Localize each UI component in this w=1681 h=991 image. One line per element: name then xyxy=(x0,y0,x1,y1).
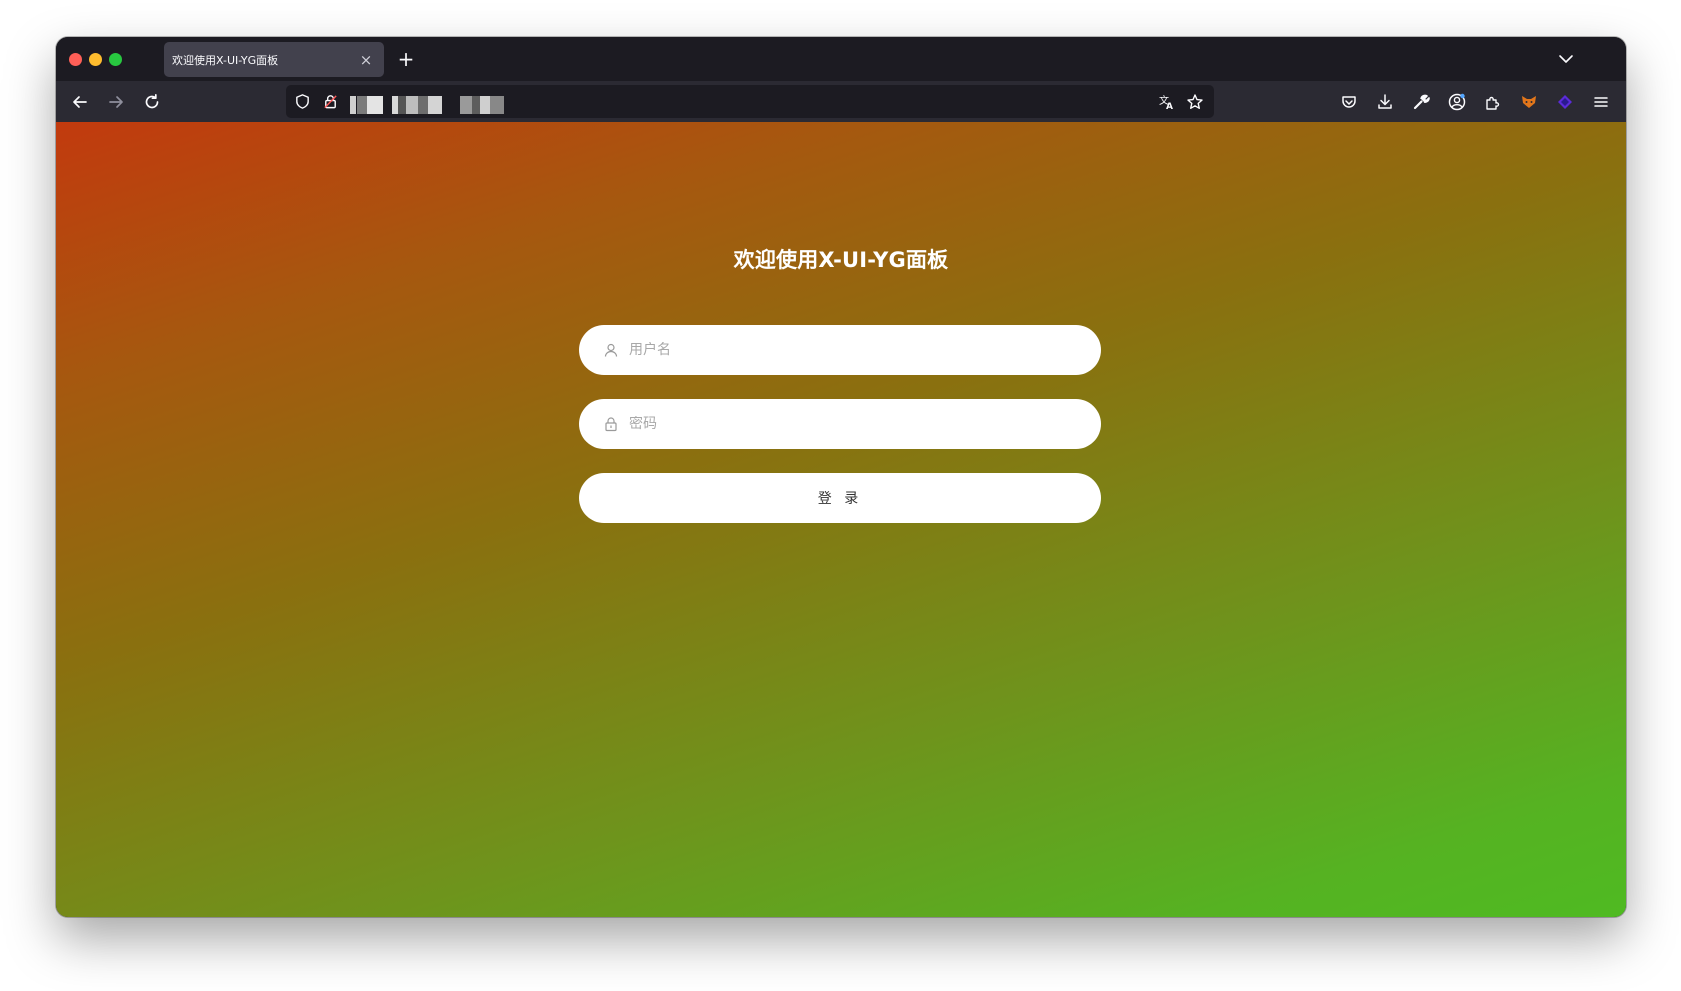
tab-strip: 欢迎使用X-UI-YG面板 × + xyxy=(56,37,1626,81)
lock-icon xyxy=(603,416,619,432)
chevron-down-icon[interactable] xyxy=(1556,49,1576,69)
user-icon xyxy=(603,342,619,358)
pocket-icon xyxy=(1340,93,1358,111)
tab-active[interactable]: 欢迎使用X-UI-YG面板 × xyxy=(164,42,384,77)
purple-extension-button[interactable] xyxy=(1552,89,1578,115)
purple-extension-icon xyxy=(1556,93,1574,111)
maximize-window-button[interactable] xyxy=(109,53,122,66)
reload-button[interactable] xyxy=(139,89,165,115)
password-field[interactable] xyxy=(579,399,1101,449)
account-button[interactable] xyxy=(1444,89,1470,115)
fox-extension-button[interactable] xyxy=(1516,89,1542,115)
address-bar[interactable]: 文A xyxy=(286,85,1214,118)
arrow-left-icon xyxy=(71,93,89,111)
new-tab-button[interactable]: + xyxy=(394,47,418,71)
password-input[interactable] xyxy=(629,416,1069,432)
shield-icon[interactable] xyxy=(294,93,311,110)
devtools-button[interactable] xyxy=(1408,89,1434,115)
downloads-button[interactable] xyxy=(1372,89,1398,115)
download-icon xyxy=(1376,93,1394,111)
tab-close-icon[interactable]: × xyxy=(358,51,374,69)
wrench-icon xyxy=(1412,93,1430,111)
page-title: 欢迎使用X-UI-YG面板 xyxy=(733,248,949,272)
lock-insecure-icon[interactable] xyxy=(322,93,339,110)
reload-icon xyxy=(143,93,161,111)
translate-icon[interactable]: 文A xyxy=(1158,93,1176,111)
extensions-button[interactable] xyxy=(1480,89,1506,115)
pocket-button[interactable] xyxy=(1336,89,1362,115)
menu-button[interactable] xyxy=(1588,89,1614,115)
url-text-redacted[interactable] xyxy=(350,85,520,118)
extensions-icon xyxy=(1484,93,1502,111)
username-field[interactable] xyxy=(579,325,1101,375)
browser-window: 欢迎使用X-UI-YG面板 × + 文 A 欢迎使用X-UI-YG面板 用户名 … xyxy=(56,37,1626,917)
fox-extension-icon xyxy=(1520,93,1538,111)
menu-icon xyxy=(1592,93,1610,111)
arrow-right-icon xyxy=(107,93,125,111)
back-button[interactable] xyxy=(67,89,93,115)
tab-title: 欢迎使用X-UI-YG面板 xyxy=(172,53,279,67)
minimize-window-button[interactable] xyxy=(89,53,102,66)
star-icon[interactable] xyxy=(1186,93,1204,111)
account-icon xyxy=(1447,92,1467,112)
nav-bar: 文A xyxy=(56,81,1626,122)
forward-button[interactable] xyxy=(103,89,129,115)
login-button[interactable]: 登 录 xyxy=(579,473,1101,523)
login-page: 欢迎使用X-UI-YG面板 登 录 xyxy=(56,122,1626,917)
username-input[interactable] xyxy=(629,342,1069,358)
svg-text:A: A xyxy=(1166,102,1173,111)
close-window-button[interactable] xyxy=(69,53,82,66)
